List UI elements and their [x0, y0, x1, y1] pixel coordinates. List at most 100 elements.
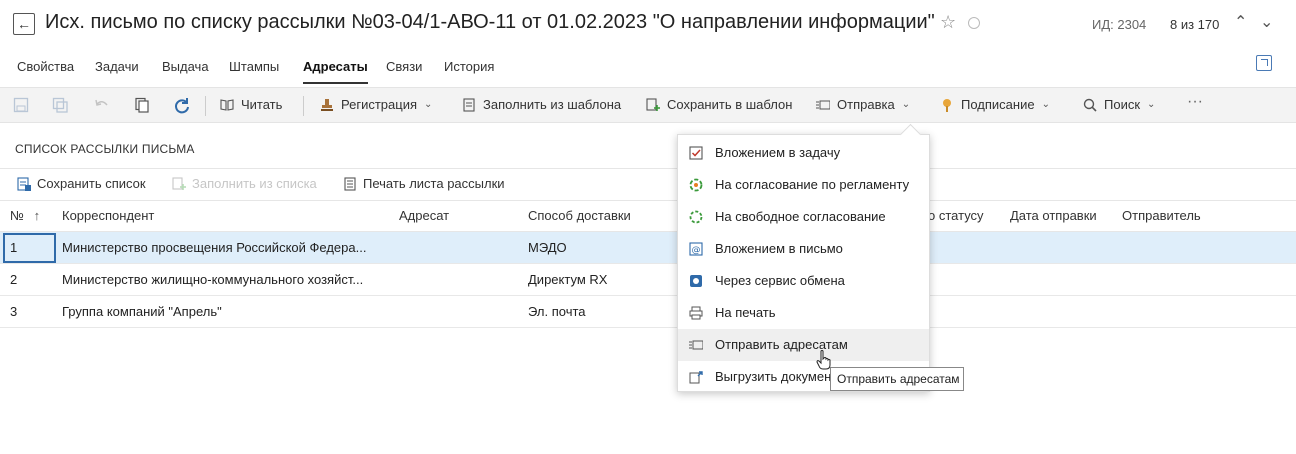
save-list-button[interactable]: Сохранить список: [17, 176, 146, 191]
send-icon: [816, 100, 830, 109]
print-list-button[interactable]: Печать листа рассылки: [343, 176, 505, 191]
task-attach-icon: [689, 146, 703, 160]
menu-item-free-approval[interactable]: На свободное согласование: [678, 201, 929, 233]
template-icon: [463, 97, 475, 112]
tab-history[interactable]: История: [444, 56, 494, 84]
open-in-new-window-icon[interactable]: [1256, 55, 1272, 71]
chevron-down-icon: ⌄: [1041, 99, 1050, 110]
save-to-template-button[interactable]: Сохранить в шаблон: [646, 97, 792, 112]
menu-item-exchange-service[interactable]: Через сервис обмена: [678, 265, 929, 297]
table-header: № ↑ Корреспондент Адресат Способ доставк…: [0, 200, 1296, 232]
menu-item-send-to-addressees[interactable]: Отправить адресатам: [678, 329, 929, 361]
chevron-down-icon: ⌄: [424, 99, 433, 110]
svg-text:@: @: [692, 246, 701, 256]
tooltip: Отправить адресатам: [830, 367, 964, 391]
fill-from-template-button[interactable]: Заполнить из шаблона: [462, 97, 621, 112]
print-sheet-icon: [344, 176, 356, 191]
fill-from-list-button[interactable]: Заполнить из списка: [172, 176, 317, 191]
row-delivery: Эл. почта: [528, 304, 586, 319]
signing-button[interactable]: Подписание ⌄: [940, 97, 1050, 112]
save-list-icon: [17, 176, 31, 191]
book-icon: [220, 98, 234, 111]
send-dropdown-menu: Вложением в задачу На согласование по ре…: [677, 134, 930, 392]
export-document-icon: [689, 371, 703, 384]
print-list-label: Печать листа рассылки: [363, 176, 505, 191]
approval-regulation-icon: [689, 178, 703, 192]
exchange-service-icon: [690, 275, 702, 287]
star-icon[interactable]: ☆: [940, 12, 956, 33]
divider: [0, 168, 1296, 169]
stamp-icon: [321, 98, 333, 111]
fill-list-icon: [172, 176, 186, 190]
status-circle-icon: [968, 17, 980, 29]
section-title: СПИСОК РАССЫЛКИ ПИСЬМА: [15, 142, 195, 156]
column-header-sender[interactable]: Отправитель: [1122, 208, 1201, 223]
more-icon[interactable]: ···: [1187, 93, 1203, 111]
sort-arrow-icon: ↑: [33, 208, 41, 223]
tab-addressees[interactable]: Адресаты: [303, 56, 368, 84]
title-bar: ← Исх. письмо по списку рассылки №03-04/…: [0, 0, 1296, 48]
save-close-icon[interactable]: [52, 97, 68, 113]
email-attach-icon: @: [689, 242, 703, 256]
search-icon: [1083, 98, 1097, 112]
page-title: Исх. письмо по списку рассылки №03-04/1-…: [45, 11, 935, 33]
save-to-template-label: Сохранить в шаблон: [667, 97, 793, 112]
table-row[interactable]: 3 Группа компаний "Апрель" Эл. почта: [0, 296, 1296, 328]
search-label: Поиск: [1104, 97, 1141, 112]
fill-from-list-label: Заполнить из списка: [192, 176, 317, 191]
chevron-down-icon: ⌄: [901, 99, 911, 110]
chevron-down-icon[interactable]: ⌄: [1260, 12, 1273, 32]
row-correspondent: Министерство жилищно-коммунального хозяй…: [62, 272, 364, 287]
print-icon: [689, 306, 703, 320]
tab-links[interactable]: Связи: [386, 56, 422, 84]
document-card: ← Исх. письмо по списку рассылки №03-04/…: [0, 0, 1296, 454]
column-header-status[interactable]: о статусу: [928, 208, 984, 223]
row-correspondent: Министерство просвещения Российской Феде…: [62, 240, 367, 255]
registration-button[interactable]: Регистрация ⌄: [320, 97, 432, 112]
search-button[interactable]: Поиск ⌄: [1083, 97, 1155, 112]
tab-issuance[interactable]: Выдача: [162, 56, 209, 84]
column-header-addressee[interactable]: Адресат: [399, 208, 449, 223]
refresh-icon[interactable]: [173, 97, 191, 115]
tab-properties[interactable]: Свойства: [17, 56, 74, 84]
undo-icon[interactable]: [94, 97, 110, 113]
tab-stamps[interactable]: Штампы: [229, 56, 279, 84]
registration-label: Регистрация: [341, 97, 417, 112]
toolbar-divider: [205, 96, 206, 116]
tab-tasks[interactable]: Задачи: [95, 56, 139, 84]
read-label: Читать: [241, 97, 283, 112]
toolbar: Читать Регистрация ⌄ Заполнить из шаблон…: [0, 87, 1296, 123]
record-counter: 8 из 170: [1170, 17, 1220, 32]
menu-item-task-attachment[interactable]: Вложением в задачу: [678, 137, 929, 169]
save-icon[interactable]: [13, 97, 29, 113]
column-header-delivery[interactable]: Способ доставки: [528, 208, 631, 223]
column-header-sent-date[interactable]: Дата отправки: [1010, 208, 1097, 223]
free-approval-icon: [689, 210, 703, 224]
send-button[interactable]: Отправка ⌄: [816, 97, 910, 112]
send-label: Отправка: [837, 97, 895, 112]
fill-from-template-label: Заполнить из шаблона: [483, 97, 622, 112]
chevron-up-icon[interactable]: ⌃: [1234, 12, 1247, 32]
row-correspondent: Группа компаний "Апрель": [62, 304, 222, 319]
template-add-icon: [646, 97, 660, 111]
read-button[interactable]: Читать: [220, 97, 282, 112]
signature-icon: [943, 98, 951, 112]
back-arrow-icon[interactable]: ←: [13, 13, 35, 35]
row-delivery: МЭДО: [528, 240, 567, 255]
row-number: 3: [10, 304, 18, 319]
signing-label: Подписание: [961, 97, 1035, 112]
copy-icon[interactable]: [134, 97, 150, 113]
toolbar-divider: [303, 96, 304, 116]
send-addressees-icon: [689, 340, 703, 350]
menu-item-approval-regulation[interactable]: На согласование по регламенту: [678, 169, 929, 201]
hand-cursor-icon: [816, 350, 831, 370]
menu-item-email-attachment[interactable]: @ Вложением в письмо: [678, 233, 929, 265]
menu-item-print[interactable]: На печать: [678, 297, 929, 329]
document-id: ИД: 2304: [1092, 17, 1147, 32]
table-row[interactable]: 1 Министерство просвещения Российской Фе…: [0, 232, 1296, 264]
table-row[interactable]: 2 Министерство жилищно-коммунального хоз…: [0, 264, 1296, 296]
row-number: 2: [10, 272, 18, 287]
column-header-correspondent[interactable]: Корреспондент: [62, 208, 154, 223]
row-delivery: Директум RX: [528, 272, 608, 287]
column-header-number[interactable]: № ↑: [10, 208, 40, 223]
